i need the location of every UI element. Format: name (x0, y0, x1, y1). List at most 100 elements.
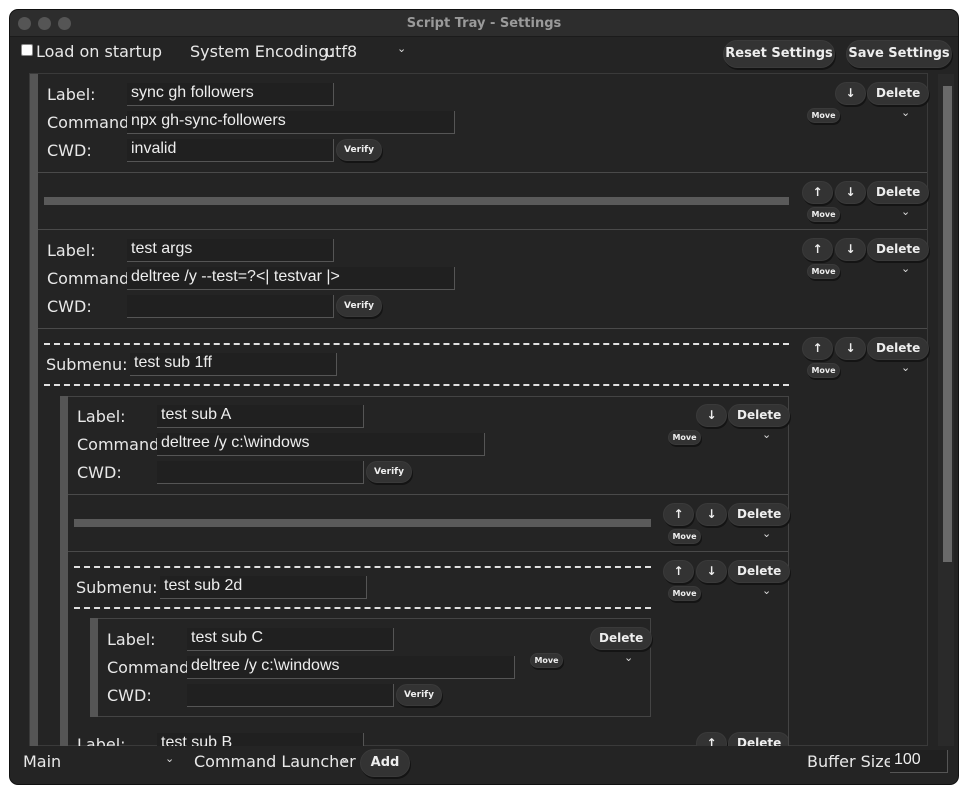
chevron-down-icon[interactable]: ⌄ (762, 584, 771, 597)
move-down-button[interactable]: ↓ (835, 181, 866, 204)
settings-window: Script Tray - Settings Load on startup S… (10, 10, 958, 784)
delete-button[interactable]: Delete (867, 238, 930, 261)
separator-bar (44, 197, 789, 205)
encoding-label: System Encoding: (190, 42, 334, 61)
separator-bar (74, 519, 651, 527)
submenu-name-input[interactable]: test sub 1ff (130, 353, 337, 376)
label-label: Label: (47, 85, 96, 104)
command-input[interactable]: deltree /y --test=?<| testvar |> (127, 267, 455, 290)
command-label: Command: (47, 269, 135, 288)
label-input[interactable]: test sub A (157, 405, 364, 428)
command-label: Command: (47, 113, 135, 132)
move-button[interactable]: Move (807, 264, 840, 279)
item-test-sub-b: Label: test sub B ↑ Delete (68, 724, 788, 746)
label-label: Label: (77, 407, 126, 426)
label-input[interactable]: test args (127, 239, 334, 262)
move-up-button[interactable]: ↑ (802, 238, 833, 261)
delete-button[interactable]: Delete (590, 627, 653, 650)
move-button[interactable]: Move (807, 108, 840, 123)
move-up-button[interactable]: ↑ (663, 503, 694, 526)
command-input[interactable]: npx gh-sync-followers (127, 111, 455, 134)
delete-button[interactable]: Delete (867, 82, 930, 105)
move-button[interactable]: Move (668, 529, 701, 544)
verify-button[interactable]: Verify (366, 461, 412, 483)
chevron-down-icon[interactable]: ⌄ (762, 527, 771, 540)
menu-select[interactable]: Main (23, 752, 61, 771)
cwd-label: CWD: (47, 297, 92, 316)
label-input[interactable]: test sub B (157, 733, 364, 746)
cwd-label: CWD: (77, 463, 122, 482)
delete-button[interactable]: Delete (728, 560, 791, 583)
label-input[interactable]: sync gh followers (127, 83, 334, 106)
label-input[interactable]: test sub C (187, 628, 394, 651)
submenu-bottom-divider (44, 384, 789, 386)
window-title: Script Tray - Settings (406, 16, 562, 31)
submenu-name-input[interactable]: test sub 2d (160, 576, 367, 599)
cwd-input[interactable] (127, 295, 334, 318)
move-up-button[interactable]: ↑ (802, 181, 833, 204)
buffer-size-label: Buffer Size: (807, 752, 899, 771)
reset-settings-button[interactable]: Reset Settings (723, 40, 835, 68)
move-down-button[interactable]: ↓ (696, 404, 727, 427)
move-up-button[interactable]: ↑ (696, 732, 727, 746)
label-label: Label: (47, 241, 96, 260)
verify-button[interactable]: Verify (336, 139, 382, 161)
command-label: Command: (107, 658, 195, 677)
chevron-down-icon[interactable]: ⌄ (901, 262, 910, 275)
submenu-bottom-divider (74, 607, 651, 609)
cwd-label: CWD: (47, 141, 92, 160)
label-label: Label: (77, 735, 126, 746)
encoding-chevron-icon[interactable]: ⌄ (397, 42, 406, 55)
move-button[interactable]: Move (530, 653, 563, 668)
move-down-button[interactable]: ↓ (696, 560, 727, 583)
chevron-down-icon[interactable]: ⌄ (901, 205, 910, 218)
delete-button[interactable]: Delete (728, 404, 791, 427)
label-label: Label: (107, 630, 156, 649)
add-button[interactable]: Add (360, 749, 410, 777)
move-up-button[interactable]: ↑ (663, 560, 694, 583)
submenu-top-divider (74, 566, 651, 568)
move-down-button[interactable]: ↓ (696, 503, 727, 526)
command-input[interactable]: deltree /y c:\windows (187, 656, 515, 679)
move-down-button[interactable]: ↓ (835, 82, 866, 105)
command-label: Command: (77, 435, 165, 454)
scrollbar-thumb[interactable] (943, 86, 952, 562)
mode-chevron-icon[interactable]: ⌄ (340, 752, 349, 765)
buffer-size-input[interactable]: 100 (890, 750, 948, 773)
load-on-startup-checkbox[interactable] (21, 44, 33, 56)
delete-button[interactable]: Delete (728, 732, 788, 746)
command-input[interactable]: deltree /y c:\windows (157, 433, 485, 456)
delete-button[interactable]: Delete (867, 337, 930, 360)
cwd-input[interactable] (187, 684, 394, 707)
delete-button[interactable]: Delete (728, 503, 791, 526)
move-button[interactable]: Move (807, 363, 840, 378)
verify-button[interactable]: Verify (396, 684, 442, 706)
mode-select[interactable]: Command Launcher (194, 752, 356, 771)
title-bar: Script Tray - Settings (10, 10, 958, 37)
submenu-indent-bar (60, 396, 68, 746)
submenu-indent-bar (90, 618, 98, 717)
submenu-label: Submenu: (76, 578, 158, 597)
chevron-down-icon[interactable]: ⌄ (762, 428, 771, 441)
move-button[interactable]: Move (668, 430, 701, 445)
chevron-down-icon[interactable]: ⌄ (901, 106, 910, 119)
submenu-label: Submenu: (46, 355, 128, 374)
move-down-button[interactable]: ↓ (835, 337, 866, 360)
cwd-input[interactable]: invalid (127, 139, 334, 162)
chevron-down-icon[interactable]: ⌄ (901, 361, 910, 374)
cwd-input[interactable] (157, 461, 364, 484)
chevron-down-icon[interactable]: ⌄ (624, 651, 633, 664)
submenu-top-divider (44, 343, 789, 345)
menu-chevron-icon[interactable]: ⌄ (165, 752, 174, 765)
load-on-startup-label: Load on startup (36, 42, 163, 61)
cwd-label: CWD: (107, 686, 152, 705)
save-settings-button[interactable]: Save Settings (846, 40, 952, 68)
delete-button[interactable]: Delete (867, 181, 930, 204)
encoding-select[interactable]: utf8 (325, 42, 357, 61)
verify-button[interactable]: Verify (336, 295, 382, 317)
move-button[interactable]: Move (668, 586, 701, 601)
move-down-button[interactable]: ↓ (835, 238, 866, 261)
root-indent-bar (30, 74, 38, 746)
move-button[interactable]: Move (807, 207, 840, 222)
move-up-button[interactable]: ↑ (802, 337, 833, 360)
